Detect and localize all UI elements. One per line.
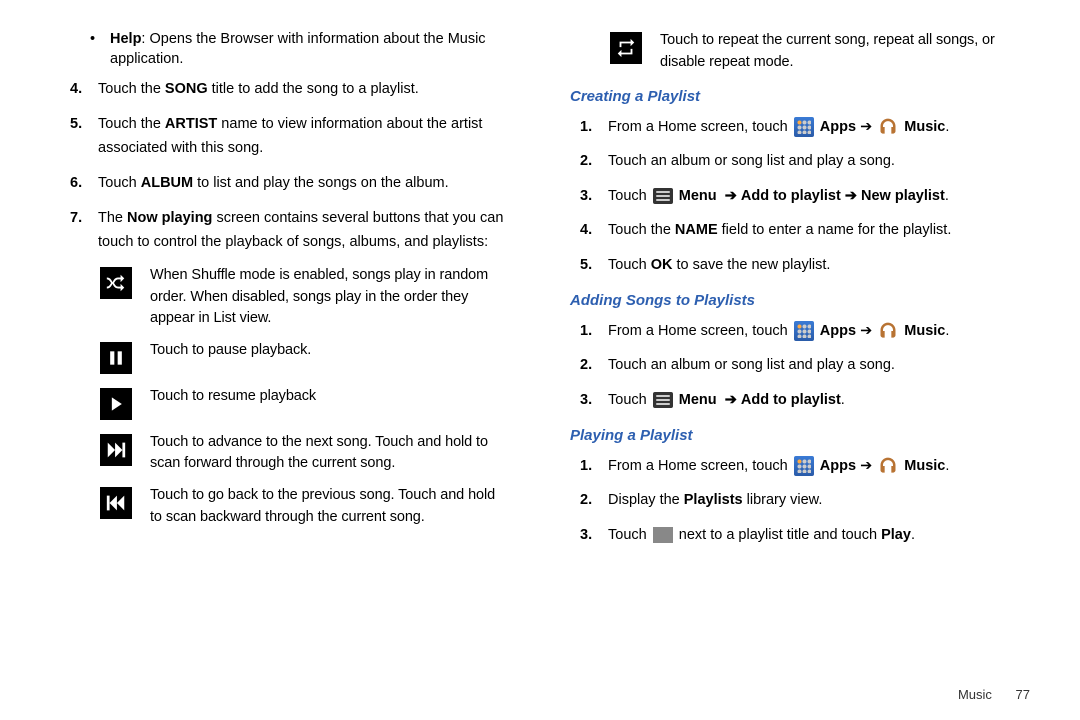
- shuffle-icon: [100, 265, 150, 330]
- footer-section: Music: [958, 687, 992, 702]
- help-text: Help: Opens the Browser with information…: [110, 30, 510, 69]
- b-step-2: 2. Touch an album or song list and play …: [580, 353, 1040, 378]
- c-step-1: 1. From a Home screen, touch Apps ➔ Musi…: [580, 454, 1040, 479]
- shuffle-desc: When Shuffle mode is enabled, songs play…: [150, 265, 510, 330]
- apps-icon: [794, 456, 814, 476]
- help-bullet: • Help: Opens the Browser with informati…: [90, 30, 510, 69]
- step-num: 4.: [70, 77, 98, 102]
- step-7: 7. The Now playing screen contains sever…: [70, 206, 510, 255]
- step-num: 7.: [70, 206, 98, 255]
- step-body: Touch ALBUM to list and play the songs o…: [98, 171, 510, 196]
- step-num: 6.: [70, 171, 98, 196]
- headphones-icon: [878, 321, 898, 341]
- help-desc: : Opens the Browser with information abo…: [110, 31, 486, 67]
- step-num: 5.: [70, 112, 98, 161]
- help-label: Help: [110, 31, 141, 47]
- playing-playlist-heading: Playing a Playlist: [570, 427, 1040, 444]
- play-desc: Touch to resume playback: [150, 386, 510, 422]
- shuffle-row: When Shuffle mode is enabled, songs play…: [100, 265, 510, 330]
- repeat-icon: [610, 30, 660, 74]
- repeat-row: Touch to repeat the current song, repeat…: [610, 30, 1040, 74]
- a-step-5: 5. Touch OK to save the new playlist.: [580, 253, 1040, 278]
- left-column: • Help: Opens the Browser with informati…: [40, 30, 510, 700]
- creating-playlist-heading: Creating a Playlist: [570, 88, 1040, 105]
- apps-icon: [794, 321, 814, 341]
- pause-row: Touch to pause playback.: [100, 340, 510, 376]
- next-desc: Touch to advance to the next song. Touch…: [150, 432, 510, 476]
- headphones-icon: [878, 117, 898, 137]
- prev-desc: Touch to go back to the previous song. T…: [150, 485, 510, 529]
- next-row: Touch to advance to the next song. Touch…: [100, 432, 510, 476]
- step-body: Touch the ARTIST name to view informatio…: [98, 112, 510, 161]
- step-6: 6. Touch ALBUM to list and play the song…: [70, 171, 510, 196]
- prev-icon: [100, 485, 150, 529]
- c-step-3: 3. Touch next to a playlist title and to…: [580, 523, 1040, 548]
- step-4: 4. Touch the SONG title to add the song …: [70, 77, 510, 102]
- c-step-2: 2. Display the Playlists library view.: [580, 488, 1040, 513]
- prev-row: Touch to go back to the previous song. T…: [100, 485, 510, 529]
- b-step-1: 1. From a Home screen, touch Apps ➔ Musi…: [580, 319, 1040, 344]
- footer-page-number: 77: [1016, 687, 1030, 702]
- step-body: Touch the SONG title to add the song to …: [98, 77, 510, 102]
- menu-icon: [653, 188, 673, 204]
- pause-desc: Touch to pause playback.: [150, 340, 510, 376]
- b-step-3: 3. Touch Menu ➔ Add to playlist.: [580, 388, 1040, 413]
- a-step-2: 2. Touch an album or song list and play …: [580, 149, 1040, 174]
- page: • Help: Opens the Browser with informati…: [0, 0, 1080, 720]
- adding-songs-heading: Adding Songs to Playlists: [570, 292, 1040, 309]
- step-body: The Now playing screen contains several …: [98, 206, 510, 255]
- repeat-desc: Touch to repeat the current song, repeat…: [660, 30, 1040, 74]
- a-step-1: 1. From a Home screen, touch Apps ➔ Musi…: [580, 115, 1040, 140]
- a-step-3: 3. Touch Menu ➔ Add to playlist ➔ New pl…: [580, 184, 1040, 209]
- play-icon: [100, 386, 150, 422]
- a-step-4: 4. Touch the NAME field to enter a name …: [580, 218, 1040, 243]
- menu-icon: [653, 392, 673, 408]
- step-5: 5. Touch the ARTIST name to view informa…: [70, 112, 510, 161]
- apps-icon: [794, 117, 814, 137]
- headphones-icon: [878, 456, 898, 476]
- right-column: Touch to repeat the current song, repeat…: [570, 30, 1040, 700]
- play-row: Touch to resume playback: [100, 386, 510, 422]
- page-footer: Music 77: [958, 687, 1030, 702]
- bullet-dot: •: [90, 30, 110, 69]
- pause-icon: [100, 340, 150, 376]
- options-icon: [653, 527, 673, 543]
- next-icon: [100, 432, 150, 476]
